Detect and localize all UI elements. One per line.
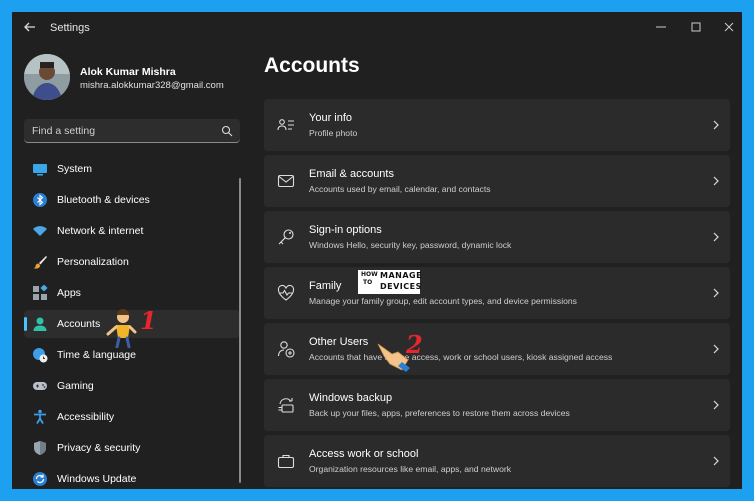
row-subtitle: Profile photo: [309, 128, 358, 138]
logo-text-how: HOW: [361, 271, 378, 278]
setting-family[interactable]: Family Manage your family group, edit ac…: [264, 267, 730, 319]
chevron-right-icon: [713, 120, 719, 130]
title-bar: Settings: [12, 12, 742, 44]
user-email: mishra.alokkumar328@gmail.com: [80, 80, 224, 91]
step-number-2: 2: [406, 330, 423, 359]
watermark-logo: HOW TO MANAGE DEVICES: [358, 270, 423, 294]
person-card-icon: [277, 119, 294, 131]
sidebar-item-personalization[interactable]: Personalization: [24, 248, 240, 276]
sidebar-item-label: Gaming: [57, 380, 94, 392]
add-person-icon: [277, 341, 295, 358]
briefcase-icon: [277, 454, 295, 469]
setting-access-work-school[interactable]: Access work or school Organization resou…: [264, 435, 730, 487]
chevron-right-icon: [713, 232, 719, 242]
sidebar-item-label: Bluetooth & devices: [57, 194, 150, 206]
row-subtitle: Windows Hello, security key, password, d…: [309, 240, 512, 250]
row-subtitle: Manage your family group, edit account t…: [309, 296, 577, 306]
row-subtitle: Back up your files, apps, preferences to…: [309, 408, 570, 418]
window-title: Settings: [50, 22, 90, 34]
minimize-icon[interactable]: [652, 18, 670, 36]
row-title: Windows backup: [309, 392, 393, 404]
avatar-photo: [24, 54, 70, 100]
chevron-right-icon: [713, 344, 719, 354]
row-subtitle: Accounts used by email, calendar, and co…: [309, 184, 491, 194]
sidebar-item-label: Apps: [57, 287, 81, 299]
sidebar-item-label: Privacy & security: [57, 442, 141, 454]
sidebar-item-label: System: [57, 163, 93, 175]
selection-indicator: [24, 317, 27, 331]
chevron-right-icon: [713, 176, 719, 186]
mail-icon: [277, 174, 295, 188]
search-icon[interactable]: [221, 125, 233, 137]
sidebar-item-label: Time & language: [57, 349, 136, 361]
row-title: Email & accounts: [309, 168, 394, 180]
wifi-icon: [33, 226, 47, 236]
row-title: Other Users: [309, 336, 369, 348]
sidebar-item-accessibility[interactable]: Accessibility: [24, 403, 240, 431]
key-icon: [278, 229, 294, 245]
accounts-icon: [33, 317, 47, 331]
sidebar-item-label: Accessibility: [57, 411, 115, 423]
page-title: Accounts: [264, 54, 360, 77]
system-icon: [33, 164, 47, 176]
logo-text-to: TO: [363, 279, 373, 286]
setting-other-users[interactable]: Other Users Accounts that have device ac…: [264, 323, 730, 375]
accessibility-icon: [34, 409, 46, 424]
chevron-right-icon: [713, 400, 719, 410]
backup-icon: [278, 398, 294, 413]
sidebar-item-apps[interactable]: Apps: [24, 279, 240, 307]
chevron-right-icon: [713, 288, 719, 298]
row-title: Family: [309, 280, 342, 292]
gamepad-icon: [33, 382, 47, 390]
pointing-person-icon: [106, 309, 137, 348]
brush-icon: [33, 256, 47, 269]
sidebar-item-label: Personalization: [57, 256, 129, 268]
chevron-right-icon: [713, 456, 719, 466]
user-name: Alok Kumar Mishra: [80, 66, 176, 78]
row-title: Your info: [309, 112, 353, 124]
step-number-1: 1: [140, 306, 157, 335]
setting-sign-in-options[interactable]: Sign-in options Windows Hello, security …: [264, 211, 730, 263]
settings-window: Settings Alok Kumar Mishra mishra.alokku…: [12, 12, 742, 489]
search-box[interactable]: [24, 119, 240, 143]
setting-email-accounts[interactable]: Email & accounts Accounts used by email,…: [264, 155, 730, 207]
apps-icon: [33, 285, 48, 300]
heart-icon: [277, 284, 295, 301]
maximize-icon[interactable]: [687, 18, 705, 36]
globe-clock-icon: [33, 348, 48, 363]
logo-text-devices: DEVICES: [380, 282, 422, 291]
row-subtitle: Accounts that have device access, work o…: [309, 352, 613, 362]
sidebar-item-label: Network & internet: [57, 225, 144, 237]
back-arrow-icon[interactable]: [22, 19, 38, 35]
sidebar-item-label: Windows Update: [57, 473, 137, 485]
update-icon: [33, 472, 47, 486]
logo-text-manage: MANAGE: [380, 271, 423, 280]
sidebar-item-bluetooth[interactable]: Bluetooth & devices: [24, 186, 240, 214]
sidebar-item-privacy[interactable]: Privacy & security: [24, 434, 240, 462]
sidebar-item-system[interactable]: System: [24, 155, 240, 183]
row-title: Access work or school: [309, 448, 419, 460]
sidebar-item-gaming[interactable]: Gaming: [24, 372, 240, 400]
search-input[interactable]: [32, 124, 212, 138]
row-subtitle: Organization resources like email, apps,…: [309, 464, 512, 474]
sidebar-item-network[interactable]: Network & internet: [24, 217, 240, 245]
row-title: Sign-in options: [309, 224, 382, 236]
close-icon[interactable]: [720, 18, 738, 36]
sidebar-item-label: Accounts: [57, 318, 101, 330]
setting-your-info[interactable]: Your info Profile photo: [264, 99, 730, 151]
shield-icon: [34, 441, 46, 455]
sidebar-scrollbar[interactable]: [239, 178, 241, 483]
sidebar-item-windows-update[interactable]: Windows Update: [24, 465, 240, 489]
setting-windows-backup[interactable]: Windows backup Back up your files, apps,…: [264, 379, 730, 431]
avatar[interactable]: [24, 54, 70, 100]
bluetooth-icon: [33, 193, 47, 207]
